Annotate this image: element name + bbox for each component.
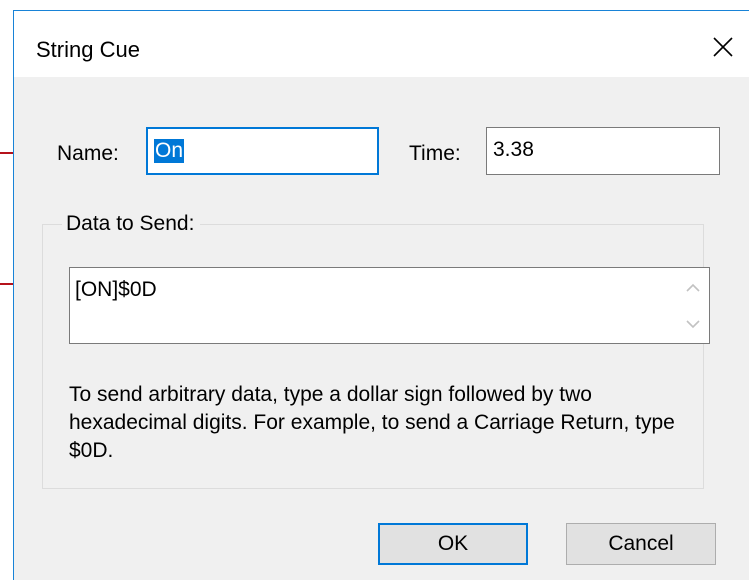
screenshot-canvas: String Cue Name: On Time: 3.38 Data to S… (0, 0, 749, 580)
close-icon (713, 37, 733, 57)
time-label: Time: (409, 142, 461, 165)
data-to-send-legend: Data to Send: (62, 212, 201, 236)
time-field[interactable]: 3.38 (486, 127, 720, 175)
data-to-send-input[interactable]: [ON]$0D (69, 267, 710, 344)
chevron-down-icon[interactable] (685, 316, 701, 332)
close-button[interactable] (697, 29, 749, 65)
help-text: To send arbitrary data, type a dollar si… (69, 383, 675, 462)
name-label: Name: (57, 142, 119, 165)
dialog-title: String Cue (36, 37, 140, 62)
time-field-value: 3.38 (493, 138, 534, 161)
data-scrollbar[interactable] (679, 270, 707, 341)
title-bar[interactable]: String Cue (14, 11, 749, 77)
cancel-button[interactable]: Cancel (566, 523, 716, 565)
chevron-up-icon[interactable] (685, 280, 701, 296)
string-cue-dialog: String Cue Name: On Time: 3.38 Data to S… (13, 10, 749, 580)
data-to-send-value: [ON]$0D (75, 278, 157, 301)
name-field[interactable]: On (146, 127, 379, 175)
name-field-value: On (154, 139, 185, 163)
ok-button[interactable]: OK (378, 523, 528, 565)
